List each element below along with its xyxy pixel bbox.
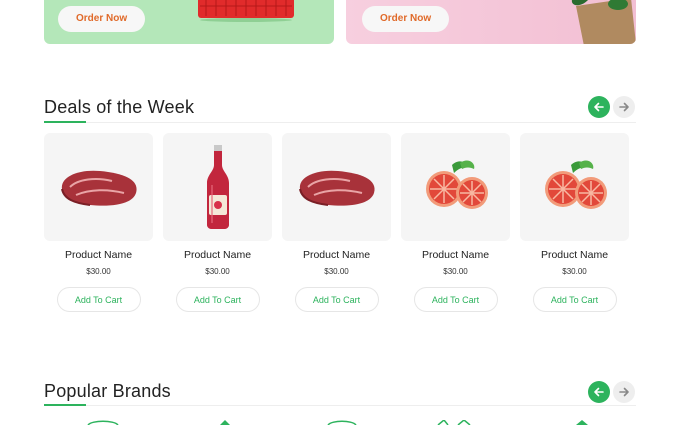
section-divider <box>44 122 636 123</box>
brand-logo[interactable] <box>86 420 120 425</box>
brand-logo[interactable] <box>572 420 592 425</box>
product-name[interactable]: Product Name <box>44 249 153 261</box>
product-image-blood-orange[interactable] <box>401 133 510 241</box>
add-to-cart-button[interactable]: Add To Cart <box>294 287 379 312</box>
section-title-underline <box>44 121 86 123</box>
product-name[interactable]: Product Name <box>163 249 272 261</box>
grocery-bag-image <box>571 0 636 44</box>
add-to-cart-button[interactable]: Add To Cart <box>413 287 498 312</box>
product-name[interactable]: Product Name <box>520 249 629 261</box>
product-price: $30.00 <box>324 267 349 276</box>
product-name[interactable]: Product Name <box>282 249 391 261</box>
product-card[interactable]: Product Name $30.00 Add To Cart <box>44 133 153 312</box>
product-card[interactable]: Product Name $30.00 Add To Cart <box>520 133 629 312</box>
product-image-beef-steak[interactable] <box>44 133 153 241</box>
product-card[interactable]: Product Name $30.00 Add To Cart <box>163 133 272 312</box>
deals-section-title: Deals of the Week <box>44 97 195 117</box>
carousel-prev-button[interactable] <box>588 96 610 118</box>
carousel-next-button[interactable] <box>613 96 635 118</box>
add-to-cart-button[interactable]: Add To Cart <box>175 287 260 312</box>
order-now-button[interactable]: Order Now <box>362 6 450 32</box>
brand-logo[interactable] <box>218 420 232 425</box>
section-title-underline <box>44 404 86 406</box>
product-price: $30.00 <box>443 267 468 276</box>
product-name[interactable]: Product Name <box>401 249 510 261</box>
brands-section-title: Popular Brands <box>44 381 171 401</box>
arrow-left-icon <box>594 102 604 112</box>
promo-banner-basket: Order Now <box>44 0 334 44</box>
product-price: $30.00 <box>562 267 587 276</box>
product-price: $30.00 <box>205 267 230 276</box>
product-image-juice-bottle[interactable] <box>163 133 272 241</box>
brands-prev-button[interactable] <box>588 381 610 403</box>
brand-logo[interactable] <box>434 420 484 425</box>
arrow-left-icon <box>594 387 604 397</box>
brand-logo[interactable] <box>326 420 358 425</box>
product-price: $30.00 <box>86 267 111 276</box>
section-divider <box>44 405 636 406</box>
brands-next-button[interactable] <box>613 381 635 403</box>
arrow-right-icon <box>619 102 629 112</box>
product-image-beef-steak[interactable] <box>282 133 391 241</box>
product-card[interactable]: Product Name $30.00 Add To Cart <box>282 133 391 312</box>
shopping-basket-image <box>198 0 294 22</box>
product-image-blood-orange[interactable] <box>520 133 629 241</box>
arrow-right-icon <box>619 387 629 397</box>
promo-banner-groceries: Order Now <box>346 0 636 44</box>
product-card[interactable]: Product Name $30.00 Add To Cart <box>401 133 510 312</box>
order-now-button[interactable]: Order Now <box>58 6 146 32</box>
add-to-cart-button[interactable]: Add To Cart <box>532 287 617 312</box>
add-to-cart-button[interactable]: Add To Cart <box>56 287 141 312</box>
